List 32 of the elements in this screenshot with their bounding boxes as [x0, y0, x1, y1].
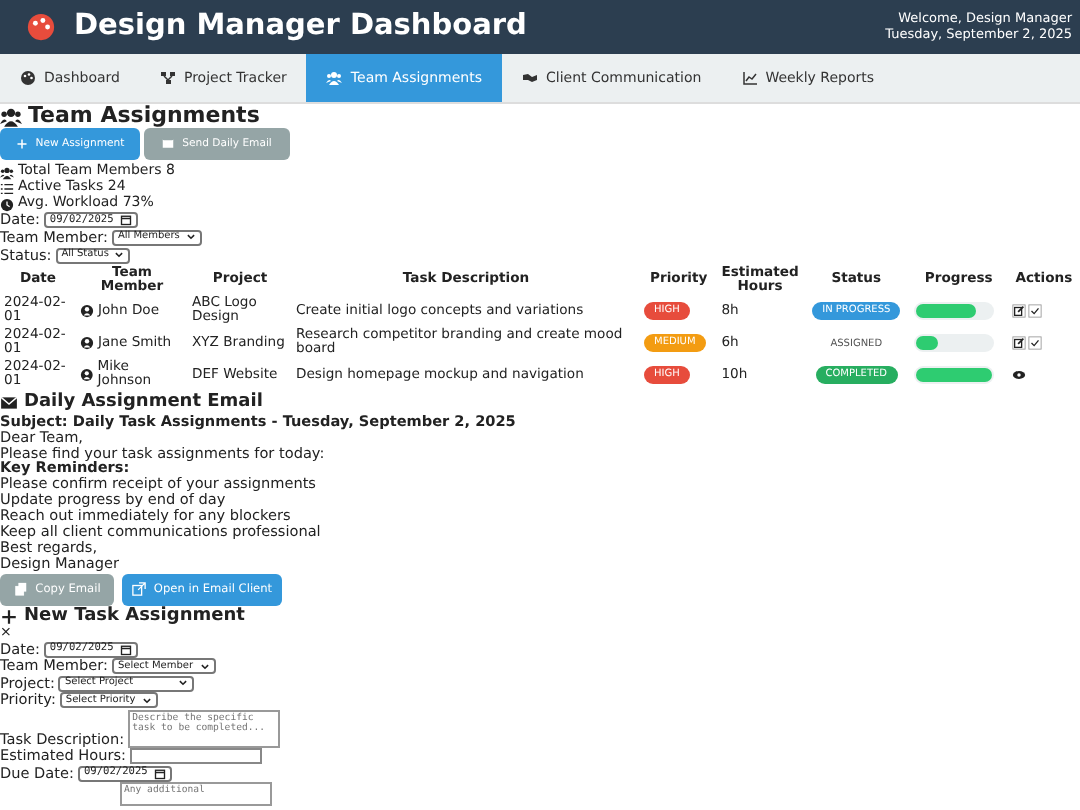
section-title: Team Assignments	[28, 104, 260, 129]
user-icon	[80, 303, 94, 318]
calendar-icon	[119, 643, 132, 656]
line-chart-icon	[741, 70, 758, 86]
eye-icon[interactable]	[1011, 367, 1026, 382]
user-icon	[80, 335, 94, 350]
users-icon	[0, 105, 22, 128]
plus-icon	[0, 607, 18, 626]
chevron-icon	[141, 695, 152, 706]
calendar-icon	[119, 214, 132, 227]
app-title: Design Manager Dashboard	[74, 11, 527, 43]
copy-icon	[13, 582, 28, 597]
email-title: Daily Assignment Email	[24, 394, 263, 414]
palette-icon	[26, 12, 56, 42]
list-icon	[0, 181, 14, 196]
users-icon	[326, 70, 343, 86]
handshake-icon	[522, 70, 539, 86]
edit-icon[interactable]	[1011, 335, 1026, 350]
form-title: New Task Assignment	[24, 607, 245, 627]
check-icon[interactable]	[1027, 303, 1042, 318]
edit-icon[interactable]	[1011, 303, 1026, 318]
plus-icon	[15, 138, 28, 151]
sitemap-icon	[159, 70, 176, 86]
calendar-icon	[153, 767, 166, 780]
chevron-icon	[185, 232, 196, 243]
palette-icon	[20, 70, 36, 86]
chevron-icon	[114, 250, 125, 261]
external-link-icon	[131, 582, 146, 597]
user-icon	[80, 367, 94, 382]
users-icon	[0, 165, 14, 180]
clock-icon	[0, 197, 14, 212]
check-icon[interactable]	[1027, 335, 1042, 350]
